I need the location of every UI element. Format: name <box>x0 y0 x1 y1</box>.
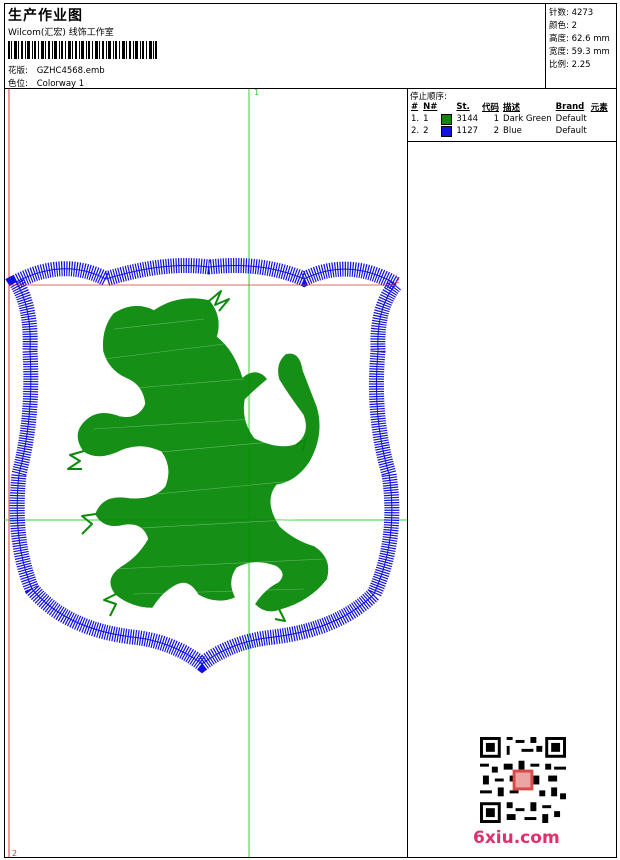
color-count: 颜色: 2 <box>549 19 577 31</box>
stats-panel: 针数: 4273 颜色: 2 高度: 62.6 mm 宽度: 59.3 mm 比… <box>545 4 616 88</box>
col-code: 代码 <box>482 103 500 113</box>
row-index: 2. <box>411 126 420 136</box>
design-scale: 比例: 2.25 <box>549 58 591 70</box>
row-element <box>589 125 610 137</box>
barcode <box>8 41 157 59</box>
page-title: 生产作业图 <box>8 8 83 24</box>
color-swatch <box>441 125 453 137</box>
design-file-label: 花版: <box>8 66 28 76</box>
row-description: Blue <box>503 126 522 136</box>
guide-marker-bottom: 2 <box>12 849 18 858</box>
design-file-value: GZHC4568.emb <box>36 66 105 76</box>
lion-emblem <box>67 290 329 622</box>
col-stitches: St. <box>456 102 470 112</box>
design-scale-value: 2.25 <box>571 60 591 70</box>
design-width-label: 宽度: <box>549 47 569 57</box>
row-index: 1. <box>411 114 420 124</box>
design-height-value: 62.6 mm <box>571 34 610 44</box>
panel-divider <box>407 88 408 858</box>
design-width: 宽度: 59.3 mm <box>549 45 610 57</box>
design-width-value: 59.3 mm <box>571 47 610 57</box>
color-swatch <box>441 113 453 125</box>
stitch-count-value: 4273 <box>571 8 594 18</box>
col-needle: N# <box>423 102 438 112</box>
row-swatch <box>439 125 454 137</box>
header-panel: 生产作业图 Wilcom(汇宏) 线饰工作室 花版: GZHC4568.emb … <box>5 4 544 89</box>
row-needle: 2 <box>423 126 429 136</box>
qr-code <box>480 737 566 823</box>
row-element <box>589 113 610 125</box>
row-description: Dark Green <box>503 114 552 124</box>
design-scale-label: 比例: <box>549 60 569 70</box>
row-needle: 1 <box>423 114 429 124</box>
row-brand: Default <box>555 114 587 124</box>
col-brand: Brand <box>555 102 585 112</box>
col-description: 描述 <box>503 103 521 113</box>
design-height-label: 高度: <box>549 34 569 44</box>
col-index: # <box>411 102 419 112</box>
guide-marker-right: 2 <box>395 276 401 285</box>
col-swatch <box>439 101 454 113</box>
stop-sequence-table: # N# St. 代码 描述 Brand 元素 1. 1 3144 1 Dark… <box>409 101 610 137</box>
row-code: 2 <box>493 126 500 136</box>
row-stitches: 1127 <box>456 126 479 136</box>
watermark: 6xiu.com <box>473 828 560 848</box>
stitch-count-label: 针数: <box>549 8 569 18</box>
studio-name: Wilcom(汇宏) 线饰工作室 <box>8 28 114 38</box>
color-count-label: 颜色: <box>549 21 569 31</box>
row-code: 1 <box>493 114 500 124</box>
guide-marker-top: 1 <box>254 88 260 97</box>
col-element: 元素 <box>590 103 608 113</box>
row-swatch <box>439 113 454 125</box>
stop-sequence-panel: 停止顺序: # N# St. 代码 描述 Brand 元素 1. 1 3144 … <box>408 89 617 141</box>
row-stitches: 3144 <box>456 114 479 124</box>
stop-panel-divider <box>408 141 617 142</box>
table-row: 1. 1 3144 1 Dark Green Default <box>409 113 610 125</box>
row-brand: Default <box>555 126 587 136</box>
embroidery-canvas <box>4 89 407 857</box>
stitch-count: 针数: 4273 <box>549 6 593 18</box>
stop-table-header: # N# St. 代码 描述 Brand 元素 <box>409 101 610 113</box>
design-height: 高度: 62.6 mm <box>549 32 610 44</box>
color-count-value: 2 <box>571 21 577 31</box>
table-row: 2. 2 1127 2 Blue Default <box>409 125 610 137</box>
design-file-row: 花版: GZHC4568.emb <box>8 64 105 76</box>
